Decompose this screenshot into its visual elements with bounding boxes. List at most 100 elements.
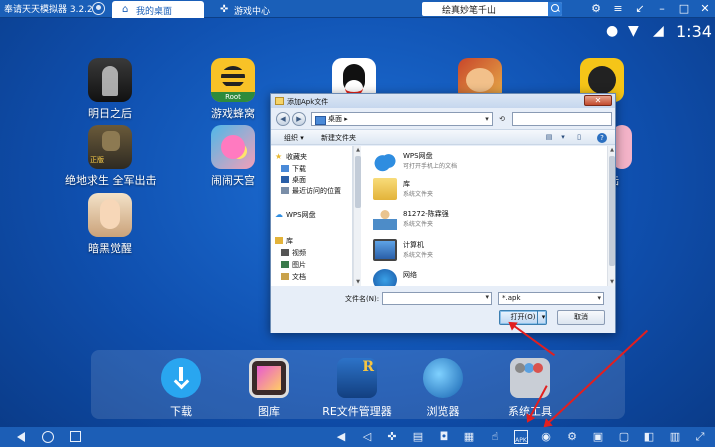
scroll-thumb[interactable] xyxy=(355,156,361,208)
app-pubg[interactable]: 绝地求生 全军出击 xyxy=(65,125,157,188)
tree-item-videos[interactable]: 视频 xyxy=(281,248,306,258)
library-folder-icon xyxy=(373,178,397,200)
app-name: 奉请天天模拟器 3.2.2 xyxy=(4,5,93,15)
app-mingri[interactable]: 明日之后 xyxy=(65,58,155,121)
tree-item-downloads[interactable]: 下载 xyxy=(281,164,306,174)
volume-down-icon[interactable]: ◀ xyxy=(334,430,348,444)
file-share-icon[interactable]: ▤ xyxy=(411,430,425,444)
keyboard-icon[interactable]: ▦ xyxy=(462,430,476,444)
re-file-manager-icon xyxy=(337,358,377,398)
titlebar-search-input[interactable]: 绘真妙笔千山 xyxy=(422,2,562,16)
tree-item-wps-cloud[interactable]: ☁ WPS网盘 xyxy=(275,210,316,220)
tree-scrollbar[interactable]: ▲ ▼ xyxy=(353,146,361,286)
tree-item-pictures[interactable]: 图片 xyxy=(281,260,306,270)
user-icon[interactable] xyxy=(92,2,105,15)
bottom-toolbar: ◀ ◁ ✜ ▤ ◘ ▦ ☝ APK ◉ ⚙ ▣ ▢ ◧ ▥ ⤢ xyxy=(0,427,715,447)
maximize-icon[interactable]: □ xyxy=(676,1,692,17)
refresh-icon[interactable]: ⟲ xyxy=(496,112,508,126)
address-dropdown-icon[interactable]: ▾ xyxy=(481,112,493,126)
forward-icon[interactable]: ▶ xyxy=(292,112,306,126)
dock-browser[interactable]: 浏览器 xyxy=(393,358,493,419)
dock-re-file-manager[interactable]: RE文件管理器 xyxy=(307,358,407,419)
macro-icon[interactable]: ⚙ xyxy=(565,430,579,444)
view-options-icon[interactable]: ▤ xyxy=(543,132,555,143)
preview-pane-icon[interactable]: ▯ xyxy=(573,132,585,143)
new-folder-button[interactable]: 新建文件夹 xyxy=(321,133,356,143)
recent-apps-icon[interactable] xyxy=(70,431,81,442)
scroll-thumb[interactable] xyxy=(609,156,615,266)
computer-icon xyxy=(373,239,397,261)
tab-label: 我的桌面 xyxy=(136,7,173,17)
location-icon[interactable]: ◉ xyxy=(539,430,553,444)
app-nao-tiangong[interactable]: 闹闹天宫 xyxy=(188,125,278,188)
app-label: 暗黑觉醒 xyxy=(88,242,132,255)
file-item-user[interactable]: 81272-陈霖强 系统文件夹 xyxy=(373,206,593,234)
user-folder-icon xyxy=(373,208,397,230)
folder-icon xyxy=(275,97,284,105)
dialog-search-input[interactable] xyxy=(512,112,612,126)
tab-label: 游戏中心 xyxy=(234,7,271,17)
dialog-close-button[interactable]: ✕ xyxy=(584,95,612,106)
home-button-icon[interactable] xyxy=(42,431,54,443)
tree-item-desktop[interactable]: 桌面 xyxy=(281,175,306,185)
scroll-down-icon[interactable]: ▼ xyxy=(608,278,616,286)
fullscreen-icon[interactable]: ⤢ xyxy=(693,430,707,444)
close-icon[interactable]: ✕ xyxy=(697,1,713,17)
open-dropdown-icon[interactable]: ▾ xyxy=(537,310,549,325)
gamepad-icon[interactable]: ✜ xyxy=(385,430,399,444)
address-input[interactable]: 桌面 ▸ xyxy=(311,112,493,126)
touch-icon[interactable]: ☝ xyxy=(488,430,502,444)
dock-gallery[interactable]: 图库 xyxy=(219,358,319,419)
volume-up-icon[interactable]: ◁ xyxy=(360,430,374,444)
folder-icon[interactable]: ▣ xyxy=(591,430,605,444)
dock-system-tools[interactable]: 系统工具 xyxy=(480,358,580,419)
search-icon[interactable] xyxy=(548,2,562,16)
globe-icon xyxy=(423,358,463,398)
screen-record-icon[interactable]: ▢ xyxy=(617,430,631,444)
downloads-folder-icon xyxy=(281,165,289,172)
scroll-up-icon[interactable]: ▲ xyxy=(608,146,616,154)
dock-download[interactable]: 下载 xyxy=(131,358,231,419)
app-label: 闹闹天宫 xyxy=(211,174,255,187)
back-icon[interactable] xyxy=(14,430,28,444)
recent-places-icon xyxy=(281,187,289,194)
shake-icon[interactable]: ▥ xyxy=(668,430,682,444)
navigation-tree: ★ 收藏夹 下载 桌面 最近访问的位置 ☁ WPS网盘 库 视频 图片 文档 xyxy=(271,146,353,286)
filename-input[interactable] xyxy=(382,292,492,305)
help-icon[interactable]: ? xyxy=(597,133,607,143)
scroll-up-icon[interactable]: ▲ xyxy=(354,146,362,154)
minimize-icon[interactable]: – xyxy=(654,1,670,17)
multi-instance-icon[interactable]: ◧ xyxy=(642,430,656,444)
organize-button[interactable]: 组织 ▾ xyxy=(284,133,304,143)
signal-icon: ◢ xyxy=(653,23,664,39)
app-anhei[interactable]: 暗黑觉醒 xyxy=(65,193,155,256)
tab-game-center[interactable]: ✜ 游戏中心 xyxy=(210,1,302,18)
view-dropdown-icon[interactable]: ▾ xyxy=(557,132,569,143)
star-icon: ★ xyxy=(275,152,283,161)
dialog-title: 添加Apk文件 xyxy=(287,98,329,106)
file-item-libraries[interactable]: 库 系统文件夹 xyxy=(373,176,593,204)
tree-item-libraries[interactable]: 库 xyxy=(275,236,293,246)
file-list-scrollbar[interactable]: ▲ ▼ xyxy=(607,146,615,286)
screenshot-icon[interactable]: ◘ xyxy=(437,430,451,444)
back-icon[interactable]: ◀ xyxy=(276,112,290,126)
install-apk-icon[interactable]: APK xyxy=(514,430,528,444)
tree-item-recent-places[interactable]: 最近访问的位置 xyxy=(281,186,341,196)
file-type-filter[interactable]: *.apk xyxy=(498,292,604,305)
shrink-icon[interactable]: ↙ xyxy=(632,1,648,17)
tree-item-favorites[interactable]: ★ 收藏夹 xyxy=(275,152,307,162)
nao-tiangong-icon xyxy=(211,125,255,169)
scroll-down-icon[interactable]: ▼ xyxy=(354,278,362,286)
file-item-network[interactable]: 网络 xyxy=(373,267,593,286)
settings-icon[interactable]: ⚙ xyxy=(588,1,604,17)
file-item-wps-cloud[interactable]: WPS网盘 可打开手机上的文档 xyxy=(373,148,593,176)
search-value: 绘真妙笔千山 xyxy=(442,6,497,16)
dialog-body: ★ 收藏夹 下载 桌面 最近访问的位置 ☁ WPS网盘 库 视频 图片 文档 ▲… xyxy=(271,146,615,286)
menu-icon[interactable]: ≡ xyxy=(610,1,626,17)
address-bar: ◀ ▶ 桌面 ▸ ▾ ⟲ xyxy=(271,109,615,129)
tree-item-documents[interactable]: 文档 xyxy=(281,272,306,282)
cancel-button[interactable]: 取消 xyxy=(557,310,605,325)
file-item-computer[interactable]: 计算机 系统文件夹 xyxy=(373,237,593,265)
app-game-hive[interactable]: 游戏蜂窝 xyxy=(188,58,278,121)
tab-my-desktop[interactable]: ⌂ 我的桌面 xyxy=(112,1,204,18)
